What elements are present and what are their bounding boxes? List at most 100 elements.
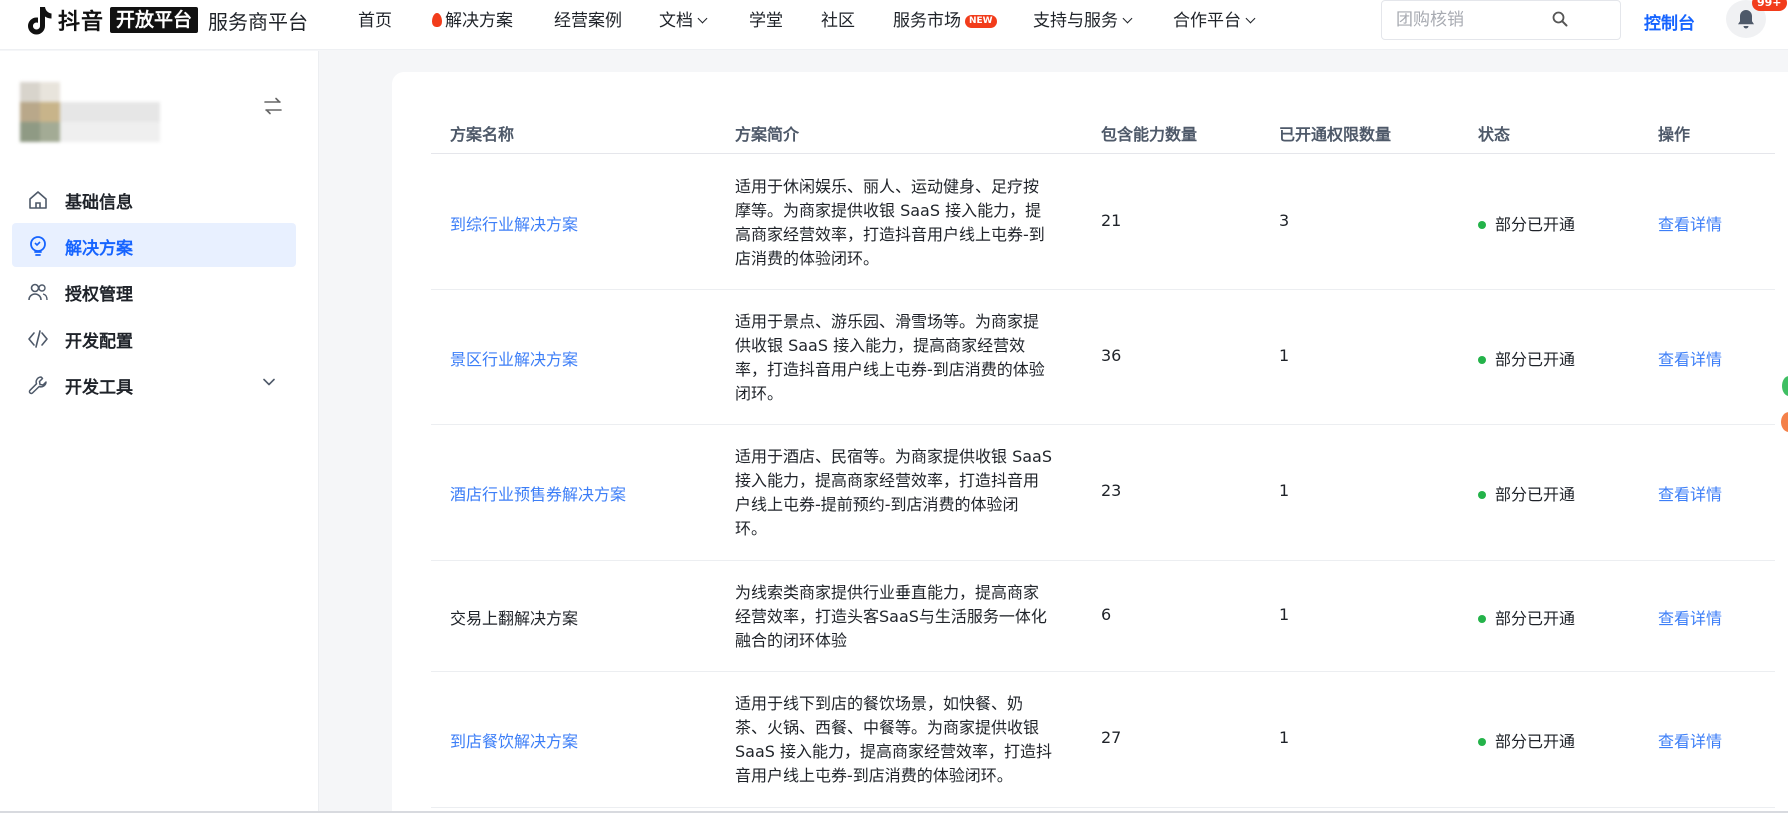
status-text: 部分已开通 — [1495, 732, 1576, 751]
description-line: 摩等。为商家提供收银 SaaS 接入能力，提 — [735, 201, 1042, 220]
users-icon — [28, 283, 48, 301]
nav-item-solutions-label: 解决方案 — [445, 11, 513, 31]
nav-item-support-label: 支持与服务 — [1033, 11, 1118, 31]
solution-description: 适用于线下到店的餐饮场景，如快餐、奶 茶、火锅、西餐、中餐等。为商家提供收银 S… — [735, 692, 1065, 788]
code-icon — [28, 330, 48, 348]
search-input[interactable] — [1396, 1, 1566, 39]
nav-item-solutions[interactable]: 解决方案 — [432, 9, 513, 33]
nav-item-cases[interactable]: 经营案例 — [554, 9, 622, 33]
sidebar-item-solutions[interactable]: 解决方案 — [12, 223, 296, 267]
solution-description: 为线索类商家提供行业垂直能力，提高商家 经营效率，打造头客SaaS与生活服务一体… — [735, 581, 1065, 653]
home-icon — [29, 191, 47, 209]
solution-description: 适用于景点、游乐园、滑雪场等。为商家提 供收银 SaaS 接入能力，提高商家经营… — [735, 310, 1065, 406]
status-dot-icon — [1478, 491, 1486, 499]
column-header-action: 操作 — [1658, 125, 1691, 144]
status-dot-icon — [1478, 356, 1486, 364]
view-details-link[interactable]: 查看详情 — [1658, 728, 1722, 752]
top-navigation-bar: 抖音 开放平台 服务商平台 首页 解决方案 经营案例 文档 学堂 社区 服务市场… — [0, 0, 1788, 50]
table-row: 交易上翻解决方案 为线索类商家提供行业垂直能力，提高商家 经营效率，打造头客Sa… — [431, 561, 1775, 672]
nav-item-service-market-label: 服务市场 — [893, 11, 961, 31]
column-header-permission-count: 已开通权限数量 — [1279, 125, 1392, 144]
description-line: 率，打造抖音用户线上屯券-到店消费的体验 — [735, 360, 1045, 379]
solution-name-link[interactable]: 酒店行业预售券解决方案 — [450, 481, 626, 505]
wrench-icon — [28, 376, 47, 395]
chevron-down-icon — [1245, 13, 1256, 24]
solution-name-link[interactable]: 到店餐饮解决方案 — [450, 728, 578, 752]
description-line: 接入能力，提高商家经营效率，打造抖音用 — [735, 471, 1040, 490]
column-header-name: 方案名称 — [450, 125, 515, 144]
view-details-link[interactable]: 查看详情 — [1658, 211, 1722, 235]
description-line: 音用户线上屯券-到店消费的体验闭环。 — [735, 766, 1013, 785]
permission-count: 1 — [1279, 728, 1290, 747]
description-line: 闭环。 — [735, 384, 784, 403]
column-header-capability-count: 包含能力数量 — [1101, 125, 1198, 144]
description-line: 高商家经营效率，打造抖音用户线上屯券-到 — [735, 225, 1045, 244]
bell-icon — [1738, 9, 1754, 29]
description-line: 经营效率，打造头客SaaS与生活服务一体化 — [735, 607, 1047, 626]
sidebar-item-dev-tools[interactable]: 开发工具 — [12, 362, 296, 406]
description-line: 户线上屯券-提前预约-到店消费的体验闭 — [735, 495, 1019, 514]
nav-item-partner[interactable]: 合作平台 — [1173, 9, 1256, 33]
nav-item-community[interactable]: 社区 — [821, 9, 855, 33]
search-box — [1381, 0, 1621, 40]
nav-item-support[interactable]: 支持与服务 — [1033, 9, 1133, 33]
table-row: 酒店行业预售券解决方案 适用于酒店、民宿等。为商家提供收银 SaaS 接入能力，… — [431, 425, 1775, 561]
table-row: 到综行业解决方案 适用于休闲娱乐、丽人、运动健身、足疗按 摩等。为商家提供收银 … — [431, 155, 1775, 290]
status-badge: 部分已开通 — [1478, 211, 1575, 235]
table-row: 到店餐饮解决方案 适用于线下到店的餐饮场景，如快餐、奶 茶、火锅、西餐、中餐等。… — [431, 672, 1775, 808]
sidebar-item-label: 开发工具 — [65, 378, 133, 398]
description-line: 环。 — [735, 519, 768, 538]
status-dot-icon — [1478, 738, 1486, 746]
console-link[interactable]: 控制台 — [1644, 9, 1695, 34]
description-line: 适用于酒店、民宿等。为商家提供收银 SaaS — [735, 447, 1053, 466]
capability-count: 21 — [1101, 211, 1122, 230]
nav-item-home[interactable]: 首页 — [358, 9, 392, 33]
solution-description: 适用于酒店、民宿等。为商家提供收银 SaaS 接入能力，提高商家经营效率，打造抖… — [735, 445, 1065, 541]
sidebar-item-dev-config[interactable]: 开发配置 — [12, 316, 296, 360]
solution-name-link[interactable]: 景区行业解决方案 — [450, 346, 578, 370]
new-badge: NEW — [965, 15, 997, 28]
sidebar-item-label: 基础信息 — [65, 193, 133, 213]
capability-count: 6 — [1101, 605, 1112, 624]
description-line: 适用于线下到店的餐饮场景，如快餐、奶 — [735, 694, 1024, 713]
sidebar-item-label: 解决方案 — [65, 239, 133, 259]
view-details-link[interactable]: 查看详情 — [1658, 346, 1722, 370]
solution-name: 交易上翻解决方案 — [450, 609, 579, 628]
capability-count: 27 — [1101, 728, 1122, 747]
notification-count-badge: 99+ — [1752, 0, 1787, 11]
nav-item-service-market[interactable]: 服务市场 NEW — [893, 9, 997, 33]
nav-item-docs[interactable]: 文档 — [659, 9, 708, 33]
status-badge: 部分已开通 — [1478, 605, 1575, 629]
logo-platform-text: 服务商平台 — [208, 9, 309, 34]
sidebar-item-basic-info[interactable]: 基础信息 — [12, 177, 296, 221]
douyin-open-platform-logo[interactable]: 抖音 开放平台 服务商平台 — [26, 4, 308, 36]
sidebar-item-authorization[interactable]: 授权管理 — [12, 269, 296, 313]
permission-count: 1 — [1279, 481, 1290, 500]
nav-item-academy[interactable]: 学堂 — [749, 9, 783, 33]
status-dot-icon — [1478, 615, 1486, 623]
status-dot-icon — [1478, 221, 1486, 229]
status-badge: 部分已开通 — [1478, 728, 1575, 752]
status-text: 部分已开通 — [1495, 485, 1576, 504]
nav-item-docs-label: 文档 — [659, 11, 693, 31]
chevron-down-icon — [263, 378, 275, 386]
lightbulb-icon — [30, 236, 46, 256]
collapse-sidebar-icon[interactable] — [263, 97, 283, 115]
flame-icon — [432, 13, 442, 27]
status-badge: 部分已开通 — [1478, 346, 1575, 370]
permission-count: 3 — [1279, 211, 1290, 230]
view-details-link[interactable]: 查看详情 — [1658, 481, 1722, 505]
sidebar-divider — [318, 51, 319, 813]
capability-count: 36 — [1101, 346, 1122, 365]
view-details-link[interactable]: 查看详情 — [1658, 605, 1722, 629]
search-icon[interactable] — [1552, 11, 1568, 27]
description-line: 融合的闭环体验 — [735, 631, 848, 650]
solution-name-link[interactable]: 到综行业解决方案 — [450, 211, 578, 235]
description-line: 适用于休闲娱乐、丽人、运动健身、足疗按 — [735, 177, 1040, 196]
status-text: 部分已开通 — [1495, 609, 1576, 628]
nav-item-partner-label: 合作平台 — [1173, 11, 1241, 31]
description-line: 适用于景点、游乐园、滑雪场等。为商家提 — [735, 312, 1040, 331]
status-text: 部分已开通 — [1495, 350, 1576, 369]
description-line: 店消费的体验闭环。 — [735, 249, 880, 268]
sidebar-item-label: 授权管理 — [65, 285, 133, 305]
